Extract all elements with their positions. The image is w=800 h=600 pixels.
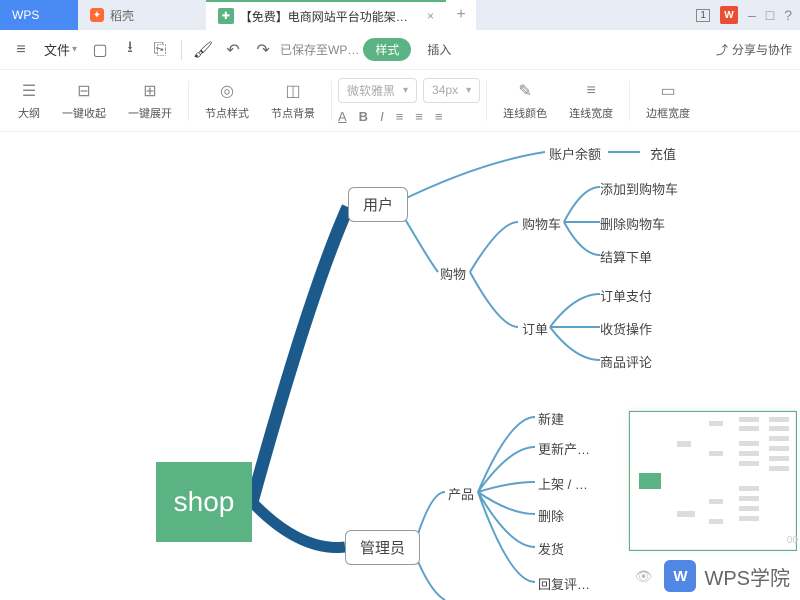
border-width-icon: ▭ <box>658 81 678 101</box>
share-button[interactable]: ⤴ 分享与协作 <box>716 41 792 58</box>
watermark: 👁 W WPS学院 <box>635 560 790 592</box>
product-leaf-2[interactable]: 上架 / … <box>538 474 588 493</box>
brush-icon[interactable]: 🖌 <box>190 37 216 63</box>
daoke-label: 稻壳 <box>110 7 134 24</box>
save-status: 已保存至WP… <box>280 41 359 58</box>
order-node[interactable]: 订单 <box>522 319 548 338</box>
font-color-icon[interactable]: A <box>338 109 347 124</box>
italic-icon[interactable]: I <box>380 109 384 124</box>
wps-logo-icon[interactable]: W <box>720 6 738 24</box>
watermark-text: WPS学院 <box>704 562 790 591</box>
daoke-tab[interactable]: ✦ 稻壳 <box>78 0 206 30</box>
minimap[interactable] <box>628 410 796 550</box>
separator <box>331 81 332 121</box>
mindmap-canvas[interactable]: shop 用户 管理员 账户余额 充值 购物 购物车 添加到购物车 删除购物车 … <box>0 132 800 600</box>
border-width-button[interactable]: ▭边框宽度 <box>636 77 700 125</box>
line-color-button[interactable]: ✎连线颜色 <box>493 77 557 125</box>
line-width-button[interactable]: ≡连线宽度 <box>559 77 623 125</box>
node-style-icon: ◎ <box>217 81 237 101</box>
product-node[interactable]: 产品 <box>448 484 474 503</box>
fire-icon: ✦ <box>90 8 104 22</box>
line-width-icon: ≡ <box>581 81 601 101</box>
menu-bar: ≡ 文件▾ ▢ ⭳ ⎘ 🖌 ↶ ↷ 已保存至WP… 样式 插入 ⤴ 分享与协作 <box>0 30 800 70</box>
order-leaf-2[interactable]: 商品评论 <box>600 352 652 371</box>
product-leaf-4[interactable]: 发货 <box>538 539 564 558</box>
font-family-select[interactable]: 微软雅黑▾ <box>338 78 417 103</box>
wps-badge-icon: W <box>664 560 696 592</box>
cart-node[interactable]: 购物车 <box>522 214 561 233</box>
shopping-node[interactable]: 购物 <box>440 264 466 283</box>
maximize-button[interactable]: □ <box>766 7 774 23</box>
separator <box>486 81 487 121</box>
title-bar: WPS ✦ 稻壳 ✚ 【免费】电商网站平台功能架构图 × + 1 W – □ ? <box>0 0 800 30</box>
export-icon[interactable]: ⎘ <box>147 37 173 63</box>
wps-tab[interactable]: WPS <box>0 0 78 30</box>
admin-node[interactable]: 管理员 <box>345 530 420 565</box>
product-leaf-3[interactable]: 删除 <box>538 506 564 525</box>
separator <box>629 81 630 121</box>
font-size-select[interactable]: 34px▾ <box>423 78 480 103</box>
outline-button[interactable]: ☰大纲 <box>8 77 50 125</box>
balance-node[interactable]: 账户余额 <box>549 144 601 163</box>
open-icon[interactable]: ▢ <box>87 37 113 63</box>
new-tab-button[interactable]: + <box>446 0 476 30</box>
download-icon[interactable]: ⭳ <box>117 37 143 63</box>
align-center-icon[interactable]: ≡ <box>415 109 423 124</box>
font-controls: 微软雅黑▾ 34px▾ A B I ≡ ≡ ≡ <box>338 78 480 124</box>
outline-icon: ☰ <box>19 81 39 101</box>
separator <box>181 40 182 60</box>
toolbar: ☰大纲 ⊟一键收起 ⊞一键展开 ◎节点样式 ◫节点背景 微软雅黑▾ 34px▾ … <box>0 70 800 132</box>
window-controls: 1 W – □ ? <box>688 0 800 30</box>
align-right-icon[interactable]: ≡ <box>435 109 443 124</box>
share-icon: ⤴ <box>716 41 728 58</box>
product-leaf-5[interactable]: 回复评… <box>538 574 590 593</box>
order-leaf-0[interactable]: 订单支付 <box>600 286 652 305</box>
style-tab[interactable]: 样式 <box>363 38 411 61</box>
mindmap-icon: ✚ <box>218 8 234 24</box>
minimize-button[interactable]: – <box>748 7 756 23</box>
order-leaf-1[interactable]: 收货操作 <box>600 319 652 338</box>
root-node[interactable]: shop <box>156 462 252 542</box>
minimap-viewport[interactable] <box>629 411 797 551</box>
cart-leaf-2[interactable]: 结算下单 <box>600 247 652 266</box>
collapse-button[interactable]: ⊟一键收起 <box>52 77 116 125</box>
file-menu[interactable]: 文件▾ <box>38 36 83 63</box>
cart-leaf-0[interactable]: 添加到购物车 <box>600 179 678 198</box>
collapse-icon: ⊟ <box>74 81 94 101</box>
eye-icon: 👁 <box>635 568 653 585</box>
user-node[interactable]: 用户 <box>348 187 408 222</box>
titlebar-spacer <box>476 0 688 30</box>
document-tab[interactable]: ✚ 【免费】电商网站平台功能架构图 × <box>206 0 446 30</box>
bold-icon[interactable]: B <box>359 109 368 124</box>
node-bg-icon: ◫ <box>283 81 303 101</box>
line-color-icon: ✎ <box>515 81 535 101</box>
node-bg-button[interactable]: ◫节点背景 <box>261 77 325 125</box>
recharge-node[interactable]: 充值 <box>650 144 676 163</box>
undo-icon[interactable]: ↶ <box>220 37 246 63</box>
close-tab-icon[interactable]: × <box>427 9 434 23</box>
insert-tab[interactable]: 插入 <box>415 38 463 61</box>
menu-icon[interactable]: ≡ <box>8 37 34 63</box>
zoom-level: 00 <box>787 535 798 546</box>
separator <box>188 81 189 121</box>
redo-icon[interactable]: ↷ <box>250 37 276 63</box>
expand-button[interactable]: ⊞一键展开 <box>118 77 182 125</box>
tab-count[interactable]: 1 <box>696 9 710 22</box>
align-left-icon[interactable]: ≡ <box>396 109 404 124</box>
expand-icon: ⊞ <box>140 81 160 101</box>
help-button[interactable]: ? <box>784 7 792 23</box>
product-leaf-0[interactable]: 新建 <box>538 409 564 428</box>
product-leaf-1[interactable]: 更新产… <box>538 439 590 458</box>
node-style-button[interactable]: ◎节点样式 <box>195 77 259 125</box>
document-title: 【免费】电商网站平台功能架构图 <box>240 8 417 25</box>
cart-leaf-1[interactable]: 删除购物车 <box>600 214 665 233</box>
